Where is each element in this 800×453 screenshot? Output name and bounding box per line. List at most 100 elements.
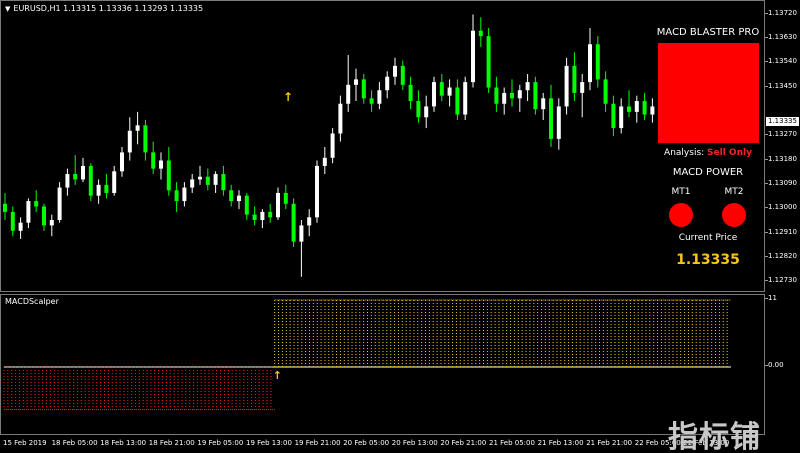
candle-body	[627, 106, 631, 112]
time-tick: 19 Feb 13:00	[246, 439, 292, 447]
time-tick: 21 Feb 05:00	[489, 439, 535, 447]
time-tick: 20 Feb 13:00	[391, 439, 438, 447]
main-chart-pane[interactable]: ↑ ▼ EURUSD,H1 1.13315 1.13336 1.13293 1.1…	[0, 0, 765, 292]
candle-body	[494, 87, 499, 104]
price-tick: 1.12730	[765, 276, 797, 285]
analysis-label: Analysis:	[664, 148, 705, 158]
time-tick: 15 Feb 2019	[3, 439, 47, 447]
candle-body	[447, 87, 452, 96]
price-tick: 1.13000	[765, 203, 797, 212]
candle-body	[307, 217, 312, 226]
candle-body	[502, 92, 507, 104]
candle-body	[588, 44, 592, 83]
candle-body	[471, 30, 475, 83]
candle-body	[3, 203, 7, 212]
candle-body	[244, 195, 249, 215]
candle-body	[525, 82, 530, 91]
candle-body	[10, 211, 15, 231]
panel-title: MACD BLASTER PRO	[656, 27, 760, 38]
candle-body	[190, 179, 195, 188]
candle-body	[205, 176, 210, 185]
candle-body	[166, 160, 171, 191]
candle-body	[96, 184, 101, 196]
candle-body	[18, 222, 23, 231]
candle-body	[572, 65, 577, 93]
candle-body	[260, 211, 265, 220]
time-axis[interactable]: 15 Feb 2019 18 Feb 05:00 18 Feb 13:00 18 Fe…	[0, 436, 765, 453]
mt2-indicator-dot	[722, 203, 746, 227]
candle-body	[400, 65, 405, 85]
macd-blaster-panel: MACD BLASTER PRO Analysis: Sell Only MAC…	[652, 24, 764, 284]
candle-body	[276, 192, 280, 218]
macd-scalper-histogram: ↑	[3, 299, 731, 411]
candle-body	[252, 214, 257, 220]
time-tick: 18 Feb 13:00	[100, 439, 147, 447]
candle-body	[510, 92, 514, 99]
candle-body	[221, 174, 226, 191]
price-tick: 1.13720	[765, 8, 797, 17]
candle-body	[595, 44, 600, 80]
candle-body	[619, 106, 624, 129]
candle-body	[112, 171, 117, 193]
watermark-logo: 指标铺	[668, 420, 761, 453]
candle-body	[73, 174, 78, 180]
indicator-axis-top: 11	[765, 294, 777, 302]
candle-body	[642, 101, 647, 115]
chart-menu-arrow-icon[interactable]: ▼	[5, 5, 10, 13]
candle-body	[182, 187, 187, 202]
candle-body	[377, 90, 382, 104]
candle-body	[283, 192, 288, 204]
candle-body	[369, 98, 374, 104]
indicator-axis-zero: 0.00	[765, 361, 784, 369]
candle-body	[151, 152, 156, 169]
price-tick: 1.12820	[765, 251, 797, 260]
candle-body	[549, 98, 553, 139]
candle-body	[88, 165, 93, 196]
candle-body	[213, 174, 218, 185]
analysis-value: Sell Only	[707, 148, 752, 158]
chart-title: ▼ EURUSD,H1 1.13315 1.13336 1.13293 1.133…	[5, 4, 203, 13]
candle-body	[322, 157, 327, 166]
time-tick: 19 Feb 21:00	[294, 439, 341, 447]
candle-body	[143, 125, 148, 153]
candle-body	[455, 87, 460, 115]
candle-body	[564, 65, 569, 107]
indicator-pane[interactable]: ↑ MACDScalper	[0, 294, 765, 435]
candle-body	[580, 82, 585, 93]
mt2-label: MT2	[724, 187, 744, 197]
candle-body	[65, 174, 70, 188]
candle-body	[408, 84, 413, 102]
candle-body	[517, 90, 522, 99]
candle-body	[611, 103, 616, 129]
time-tick: 20 Feb 21:00	[440, 439, 487, 447]
candle-body	[478, 30, 483, 37]
candle-body	[533, 82, 538, 110]
candle-body	[299, 225, 304, 242]
candle-body	[229, 190, 234, 202]
candle-body	[556, 106, 561, 139]
macd-power-title: MACD POWER	[672, 167, 744, 178]
candle-body	[315, 165, 319, 218]
candle-body	[135, 125, 140, 131]
buy-arrow-icon: ↑	[283, 90, 293, 104]
candle-body	[127, 130, 132, 153]
candle-body	[439, 82, 444, 96]
candle-body	[354, 79, 358, 85]
price-tick: 1.12910	[765, 227, 797, 236]
time-tick: 18 Feb 21:00	[148, 439, 195, 447]
candle-body	[416, 101, 421, 118]
candle-body	[338, 103, 343, 134]
candle-body	[486, 36, 491, 88]
analysis-text: Analysis: Sell Only	[652, 148, 764, 158]
chart-symbol-info: EURUSD,H1 1.13315 1.13336 1.13293 1.1333…	[13, 4, 204, 13]
time-tick: 18 Feb 05:00	[51, 439, 98, 447]
candle-body	[361, 79, 366, 99]
price-tick: 1.13180	[765, 154, 797, 163]
price-tick: 1.13450	[765, 81, 797, 90]
price-axis[interactable]: 1.13335 1.13720 1.13630 1.13540 1.13450 1.13…	[765, 0, 800, 292]
mt1-label: MT1	[671, 187, 691, 197]
candle-body	[49, 220, 54, 226]
time-tick: 20 Feb 05:00	[343, 439, 390, 447]
candle-body	[330, 133, 335, 158]
current-price-label: Current Price	[678, 233, 738, 243]
